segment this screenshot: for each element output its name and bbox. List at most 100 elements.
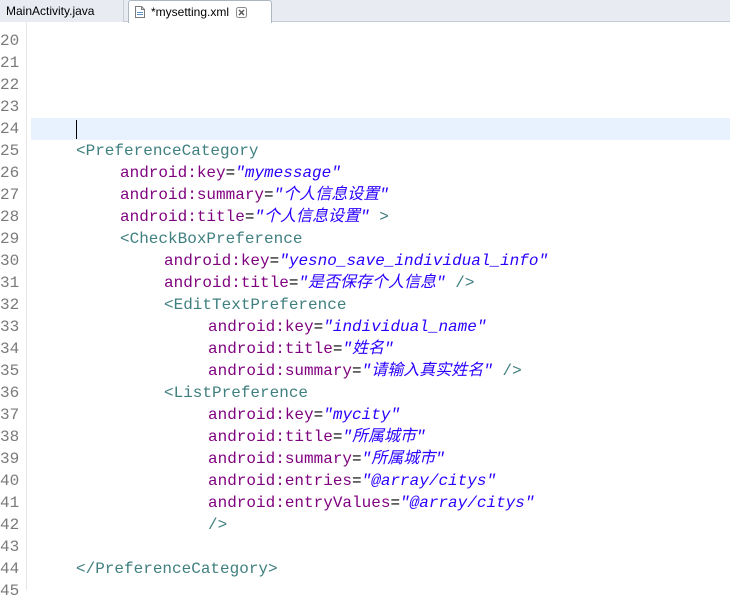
token-eq: =	[225, 164, 236, 182]
line-number: 39	[0, 450, 20, 468]
code-line[interactable]: 21	[0, 52, 730, 74]
token-attr: android:entries	[208, 472, 353, 490]
token-val: "mycity"	[323, 406, 401, 424]
code-line[interactable]: 22	[0, 74, 730, 96]
token-val: "姓名"	[342, 340, 394, 358]
code-line[interactable]: 25 <PreferenceCategory	[0, 140, 730, 162]
code-line[interactable]: 31 android:title="是否保存个人信息" />	[0, 272, 730, 294]
line-code: android:entryValues="@array/citys"	[208, 492, 534, 514]
code-line[interactable]: 42 />	[0, 514, 730, 536]
token-val: "是否保存个人信息"	[298, 274, 446, 292]
line-number: 20	[0, 32, 20, 50]
token-val: "yesno_save_individual_info"	[279, 252, 549, 270]
line-number: 35	[0, 362, 20, 380]
token-val: "mymessage"	[235, 164, 341, 182]
close-icon[interactable]	[236, 6, 248, 18]
token-val: "@array/citys"	[361, 472, 497, 490]
tab-label: *mysetting.xml	[151, 5, 230, 19]
line-number: 23	[0, 98, 20, 116]
token-eq: =	[288, 274, 299, 292]
line-number: 25	[0, 142, 20, 160]
line-number: 26	[0, 164, 20, 182]
code-line[interactable]: 20	[0, 30, 730, 52]
text-cursor	[76, 120, 77, 139]
line-code: android:summary="请输入真实姓名" />	[208, 360, 522, 382]
token-val: "个人信息设置"	[254, 208, 370, 226]
code-line[interactable]: 29 <CheckBoxPreference	[0, 228, 730, 250]
code-line[interactable]: 36 <ListPreference	[0, 382, 730, 404]
code-line[interactable]: 30 android:key="yesno_save_individual_inf…	[0, 250, 730, 272]
line-number: 44	[0, 560, 20, 578]
token-eq: =	[390, 494, 401, 512]
tab-mainactivity-java[interactable]: MainActivity.java	[0, 0, 124, 22]
token-attr: android:title	[120, 208, 245, 226]
line-number: 31	[0, 274, 20, 292]
token-attr: android:key	[208, 318, 314, 336]
line-code: android:title="姓名"	[208, 338, 394, 360]
line-code: android:title="所属城市"	[208, 426, 426, 448]
code-line[interactable]: 39 android:summary="所属城市"	[0, 448, 730, 470]
line-code: android:title="个人信息设置" >	[120, 206, 389, 228]
code-line[interactable]: 41 android:entryValues="@array/citys"	[0, 492, 730, 514]
token-eq: =	[332, 340, 343, 358]
line-number: 37	[0, 406, 20, 424]
code-line[interactable]: 38 android:title="所属城市"	[0, 426, 730, 448]
tab-mysetting-xml[interactable]: *mysetting.xml	[128, 0, 272, 23]
code-line[interactable]: 40 android:entries="@array/citys"	[0, 470, 730, 492]
line-number: 28	[0, 208, 20, 226]
line-number: 30	[0, 252, 20, 270]
code-line[interactable]: 26 android:key="mymessage"	[0, 162, 730, 184]
code-line[interactable]: 33 android:key="individual_name"	[0, 316, 730, 338]
token-attr: android:summary	[120, 186, 265, 204]
token-attr: android:title	[208, 340, 333, 358]
code-line[interactable]: 23	[0, 96, 730, 118]
line-number: 34	[0, 340, 20, 358]
token-val: "所属城市"	[342, 428, 426, 446]
code-line[interactable]: 27 android:summary="个人信息设置"	[0, 184, 730, 206]
line-code: />	[208, 514, 227, 536]
token-eq: =	[352, 472, 362, 490]
code-line[interactable]: 43	[0, 536, 730, 558]
code-line[interactable]: 28 android:title="个人信息设置" >	[0, 206, 730, 228]
token-attr: android:title	[208, 428, 333, 446]
line-number: 22	[0, 76, 20, 94]
line-number: 45	[0, 582, 20, 600]
token-val: "individual_name"	[323, 318, 487, 336]
line-number: 21	[0, 54, 20, 72]
token-tag: <PreferenceCategory	[76, 142, 259, 160]
token-attr: android:title	[164, 274, 289, 292]
token-tag: />	[492, 362, 522, 380]
code-line[interactable]: 35 android:summary="请输入真实姓名" />	[0, 360, 730, 382]
editor-tab-bar: MainActivity.java *mysetting.xml	[0, 0, 730, 23]
xml-editor[interactable]: 20 21 22 23 24 25 <PreferenceCategory 26 android…	[0, 22, 730, 600]
token-eq: =	[352, 450, 362, 468]
token-eq: =	[244, 208, 255, 226]
line-code: android:key="mycity"	[208, 404, 400, 426]
code-line[interactable]: 32 <EditTextPreference	[0, 294, 730, 316]
token-attr: android:summary	[208, 362, 353, 380]
token-tag: >	[369, 208, 389, 226]
code-line[interactable]: 45	[0, 580, 730, 602]
token-eq: =	[313, 318, 324, 336]
token-eq: =	[269, 252, 280, 270]
token-tag: />	[208, 516, 228, 534]
code-line[interactable]: 34 android:title="姓名"	[0, 338, 730, 360]
code-line[interactable]: 44 </PreferenceCategory>	[0, 558, 730, 580]
code-line[interactable]: 37 android:key="mycity"	[0, 404, 730, 426]
token-attr: android:key	[120, 164, 226, 182]
line-number: 36	[0, 384, 20, 402]
token-eq: =	[332, 428, 343, 446]
line-code: <ListPreference	[164, 382, 308, 404]
line-code: android:summary="个人信息设置"	[120, 184, 389, 206]
line-code: android:key="mymessage"	[120, 162, 341, 184]
line-number: 40	[0, 472, 20, 490]
line-code: <CheckBoxPreference	[120, 228, 302, 250]
line-code: android:key="yesno_save_individual_info"	[164, 250, 548, 272]
line-number: 33	[0, 318, 20, 336]
code-line[interactable]: 24	[0, 118, 730, 140]
token-tag: </PreferenceCategory>	[76, 560, 278, 578]
token-tag: />	[445, 274, 475, 292]
token-val: "所属城市"	[361, 450, 445, 468]
line-number: 29	[0, 230, 20, 248]
line-code: <PreferenceCategory	[76, 140, 258, 162]
